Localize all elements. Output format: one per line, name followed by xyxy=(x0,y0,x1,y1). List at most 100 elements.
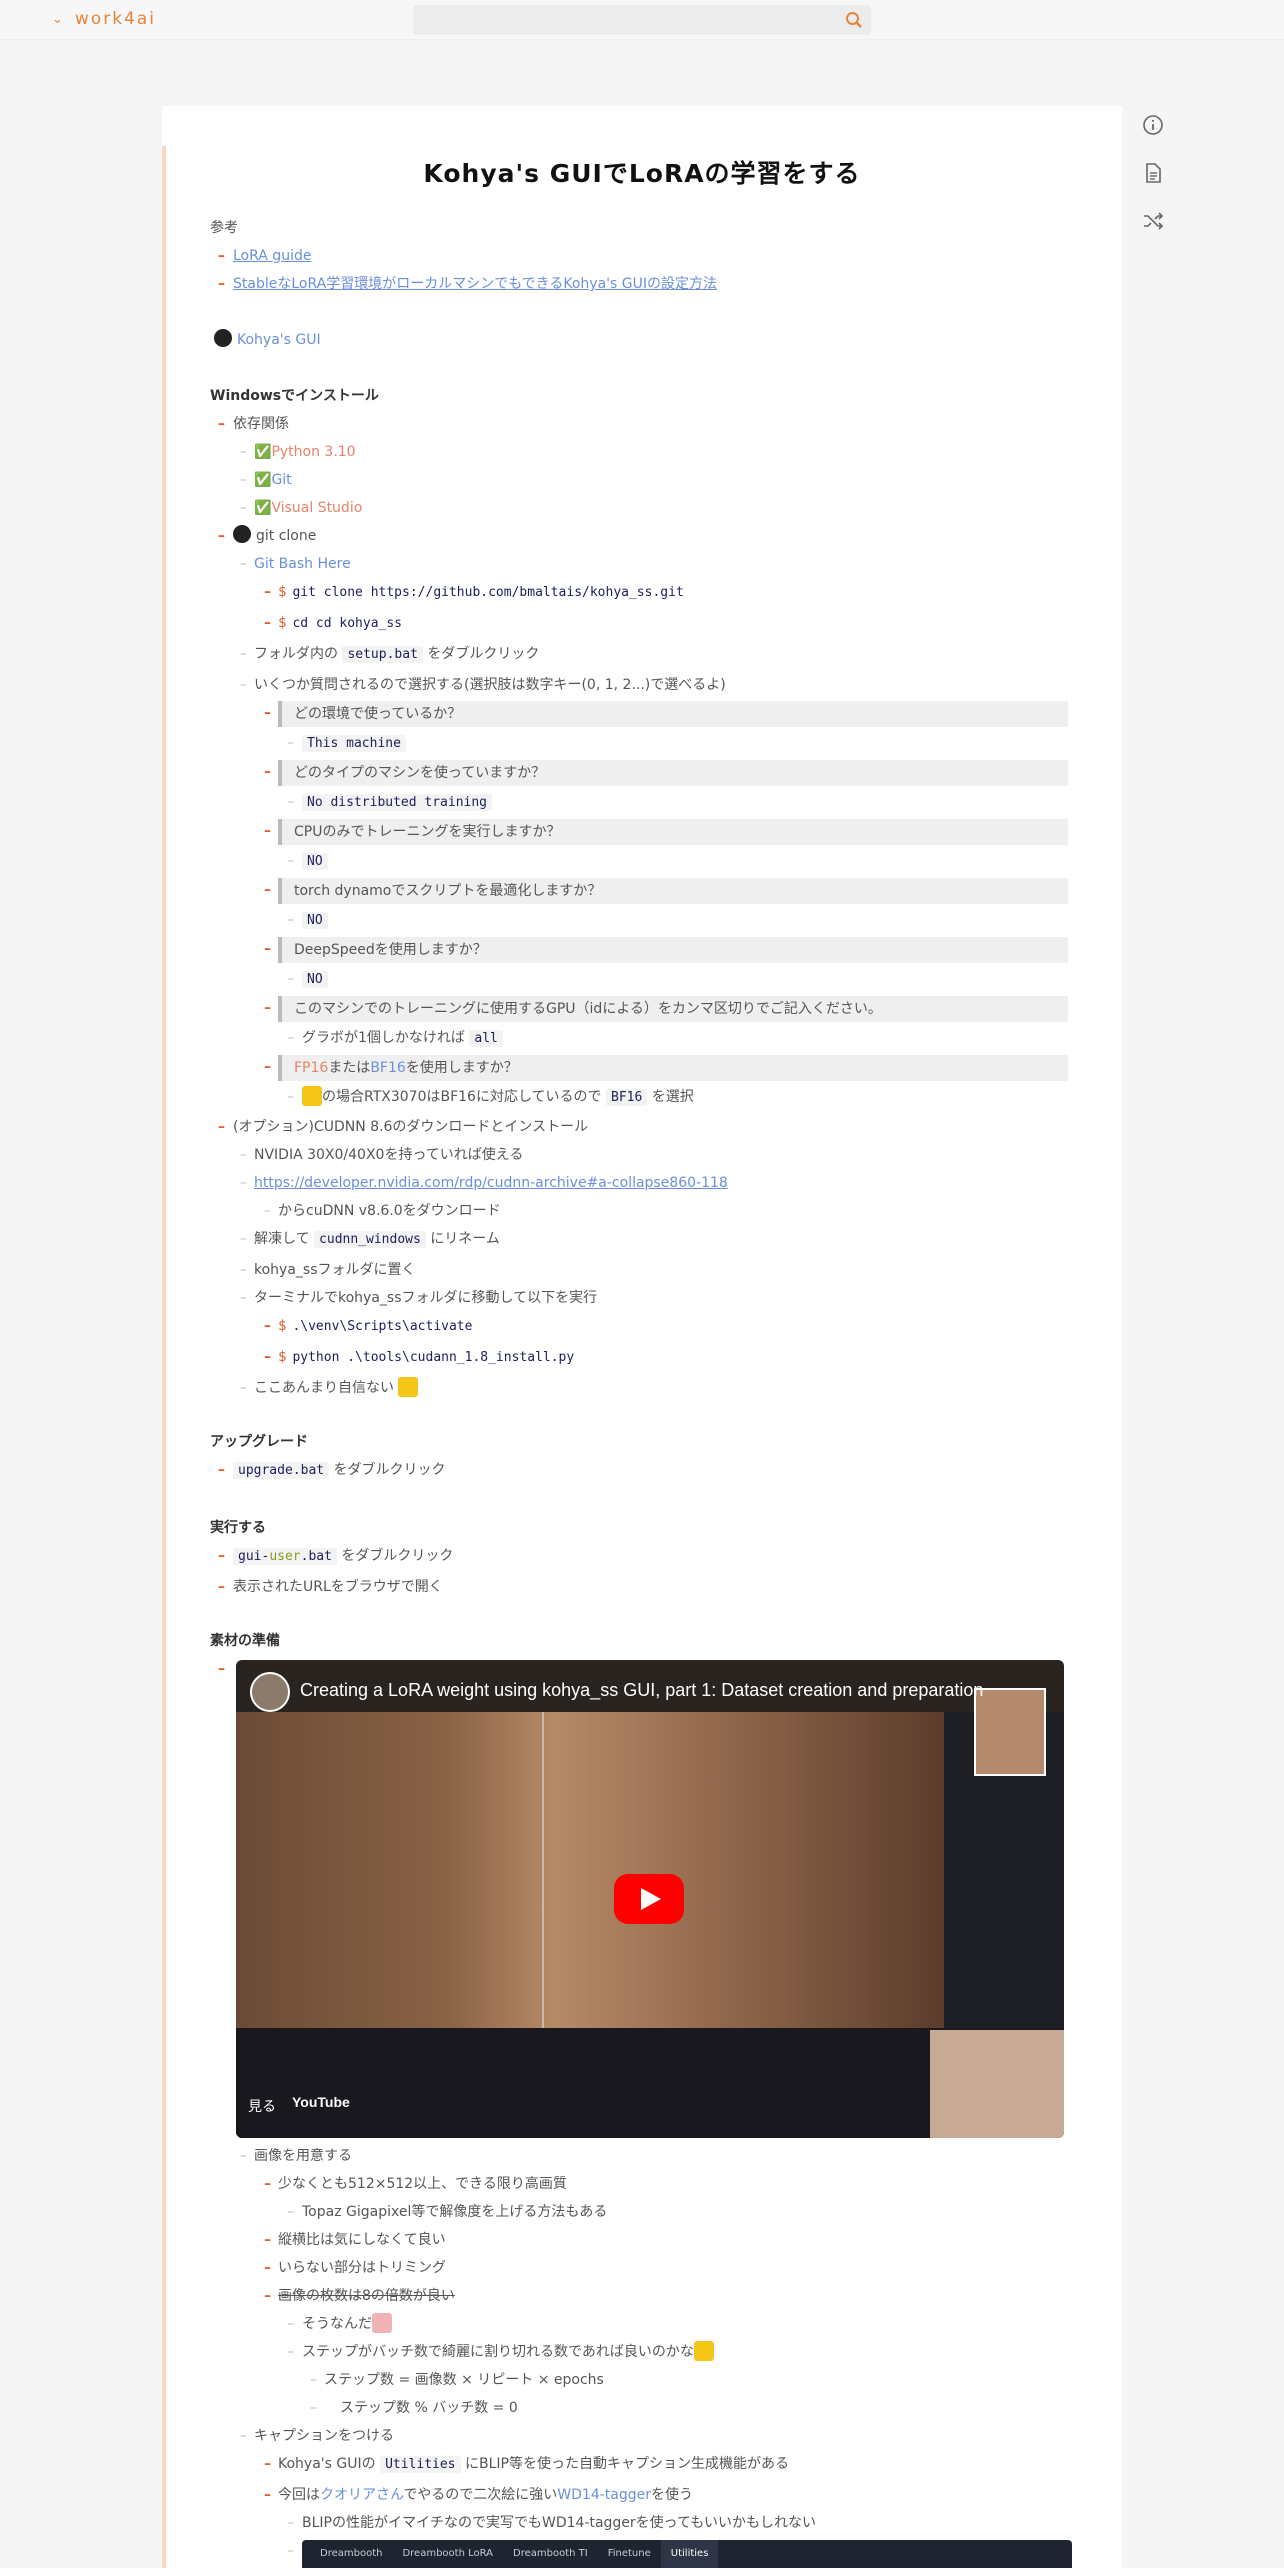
list-item: – torch dynamoでスクリプトを最適化しますか？ xyxy=(210,876,1090,906)
surprised-emoji-icon xyxy=(372,2313,392,2333)
list-item: – ステップがバッチ数で綺麗に割り切れる数であれば良いのかな xyxy=(210,2338,1090,2366)
check-icon: ✅ xyxy=(254,500,272,516)
list-item: – (オプション)CUDNN 8.6のダウンロードとインストール xyxy=(218,1119,589,1135)
list-item: – ✅Git xyxy=(240,472,292,488)
material-heading-row: 素材の準備 xyxy=(210,1627,1090,1655)
video-title[interactable]: Creating a LoRA weight using kohya_ss GU… xyxy=(300,1680,983,1701)
list-item: – $ cd cd kohya_ss xyxy=(264,615,403,631)
tab-dreambooth-ti[interactable]: Dreambooth TI xyxy=(503,2540,598,2568)
list-item: – どの環境で使っているか？ xyxy=(210,699,1090,729)
check-icon: ✅ xyxy=(254,472,272,488)
kohya-gui-link[interactable]: Kohya's GUI xyxy=(237,332,321,348)
tab-dreambooth[interactable]: Dreambooth xyxy=(310,2540,392,2568)
document-icon[interactable] xyxy=(1142,162,1164,184)
list-item: – いらない部分はトリミング xyxy=(264,2260,446,2276)
channel-avatar[interactable] xyxy=(250,1672,290,1712)
list-item: – StableなLoRA学習環境がローカルマシンでもできるKohya's GUI… xyxy=(210,270,1090,298)
page-title: Kohya's GUIでLoRAの学習をする xyxy=(423,159,861,188)
upgrade-heading-row: アップグレード xyxy=(210,1428,1090,1456)
list-item: – LoRA guide xyxy=(210,242,1090,270)
user-emoji-icon xyxy=(398,1377,419,1397)
stable-lora-link[interactable]: StableなLoRA学習環境がローカルマシンでもできるKohya's GUIの… xyxy=(233,270,717,298)
list-item: – git clone xyxy=(210,522,1090,550)
brand-name[interactable]: work4ai xyxy=(75,9,156,29)
nvidia-link[interactable]: https://developer.nvidia.com/rdp/cudnn-a… xyxy=(254,1169,728,1197)
list-item: – ステップ数 = 画像数 × リピート × epochs xyxy=(310,2372,604,2388)
list-item: – $ .\venv\Scripts\activate xyxy=(264,1318,473,1334)
tab-utilities[interactable]: Utilities xyxy=(660,2540,719,2568)
list-item: – NO xyxy=(210,906,1090,935)
search-icon[interactable] xyxy=(845,11,863,33)
github-icon xyxy=(233,525,251,543)
refs-label-row: 参考 xyxy=(210,214,1090,242)
list-item: – Topaz Gigapixel等で解像度を上げる方法もある xyxy=(287,2204,608,2220)
list-item: – そうなんだ xyxy=(210,2310,1090,2338)
list-item: – This machine xyxy=(210,729,1090,758)
list-item: – ターミナルでkohya_ssフォルダに移動して以下を実行 xyxy=(240,1290,598,1306)
refs-label: 参考 xyxy=(210,220,238,236)
list-item: – NO xyxy=(210,965,1090,994)
search-box[interactable] xyxy=(413,5,871,35)
play-button[interactable] xyxy=(614,1874,684,1924)
list-item: – DeepSpeedを使用しますか？ xyxy=(210,935,1090,965)
side-toolbar xyxy=(1142,114,1164,232)
list-item: – の場合RTX3070はBF16に対応しているので BF16 を選択 xyxy=(210,1083,1090,1113)
list-item: – グラボが1個しかなければ all xyxy=(210,1024,1090,1053)
youtube-logo[interactable]: YouTube xyxy=(292,2094,350,2110)
list-item: – No distributed training xyxy=(210,788,1090,817)
material-heading: 素材の準備 xyxy=(210,1633,280,1649)
list-item: – いくつか質問されるので選択する(選択肢は数字キー(0, 1, 2...)で選べ… xyxy=(240,677,726,693)
user-emoji-icon xyxy=(302,1086,322,1106)
watch-label[interactable]: 見る xyxy=(248,2096,276,2116)
list-item: – ステップ数 % バッチ数 = 0 xyxy=(310,2400,518,2416)
install-heading-row: Windowsでインストール xyxy=(210,382,1090,410)
list-item: – このマシンでのトレーニングに使用するGPU（idによる）をカンマ区切りでご記入… xyxy=(210,994,1090,1024)
brand[interactable]: ⌄ work4ai xyxy=(52,9,156,29)
list-item: – kohya_ssフォルダに置く xyxy=(240,1262,416,1278)
upgrade-heading: アップグレード xyxy=(210,1434,308,1450)
info-icon[interactable] xyxy=(1142,114,1164,136)
top-bar: ⌄ work4ai xyxy=(0,0,1284,40)
search-input[interactable] xyxy=(413,5,833,35)
list-item: – 依存関係 xyxy=(218,416,289,432)
list-item: – ここあんまり自信ない xyxy=(210,1374,1090,1402)
list-item: – ✅Python 3.10 xyxy=(240,444,356,460)
list-item: – どのタイプのマシンを使っていますか？ xyxy=(210,758,1090,788)
run-heading: 実行する xyxy=(210,1520,266,1536)
gui-tab-bar: Dreambooth Dreambooth LoRA Dreambooth TI… xyxy=(302,2540,1072,2568)
list-item: – 画像を用意する xyxy=(240,2148,352,2164)
lora-guide-link[interactable]: LoRA guide xyxy=(233,242,311,270)
video-presenter xyxy=(930,2030,1064,2138)
list-item: – 表示されたURLをブラウザで開く xyxy=(218,1579,443,1595)
list-item: – からcuDNN v8.6.0をダウンロード xyxy=(264,1203,501,1219)
check-icon: ✅ xyxy=(254,444,272,460)
video-thumbnail xyxy=(236,1712,944,2028)
youtube-video-embed[interactable]: Creating a LoRA weight using kohya_ss GU… xyxy=(236,1660,1064,2138)
chevron-down-icon[interactable]: ⌄ xyxy=(52,12,63,27)
list-item: – 少なくとも512×512以上、できる限り高画質 xyxy=(264,2176,567,2192)
list-item: – upgrade.bat をダブルクリック xyxy=(218,1462,446,1479)
list-item: – FP16またはBF16を使用しますか？ xyxy=(210,1053,1090,1083)
shuffle-icon[interactable] xyxy=(1142,210,1164,232)
list-item: – Kohya's GUIの Utilities にBLIP等を使った自動キャプシ… xyxy=(264,2456,789,2473)
list-item: – 画像の枚数は8の倍数が良い xyxy=(264,2288,455,2304)
tab-dreambooth-lora[interactable]: Dreambooth LoRA xyxy=(392,2540,503,2568)
tab-finetune[interactable]: Finetune xyxy=(598,2540,661,2568)
list-item: – 解凍して cudnn_windows にリネーム xyxy=(240,1231,500,1248)
list-item: – フォルダ内の setup.bat をダブルクリック xyxy=(240,646,540,663)
install-heading: Windowsでインストール xyxy=(210,388,379,404)
user-emoji-icon xyxy=(693,2341,714,2361)
list-item: – キャプションをつける xyxy=(240,2428,394,2444)
run-heading-row: 実行する xyxy=(210,1514,1090,1542)
list-item: – 今回はクオリアさんでやるので二次絵に強いWD14-taggerを使う xyxy=(264,2487,694,2503)
left-accent-bar xyxy=(162,146,166,2568)
list-item: – CPUのみでトレーニングを実行しますか？ xyxy=(210,817,1090,847)
github-row: Kohya's GUI xyxy=(210,326,1090,354)
list-item: – $ git clone https://github.com/bmaltais/… xyxy=(264,584,684,600)
list-item: – NO xyxy=(210,847,1090,876)
